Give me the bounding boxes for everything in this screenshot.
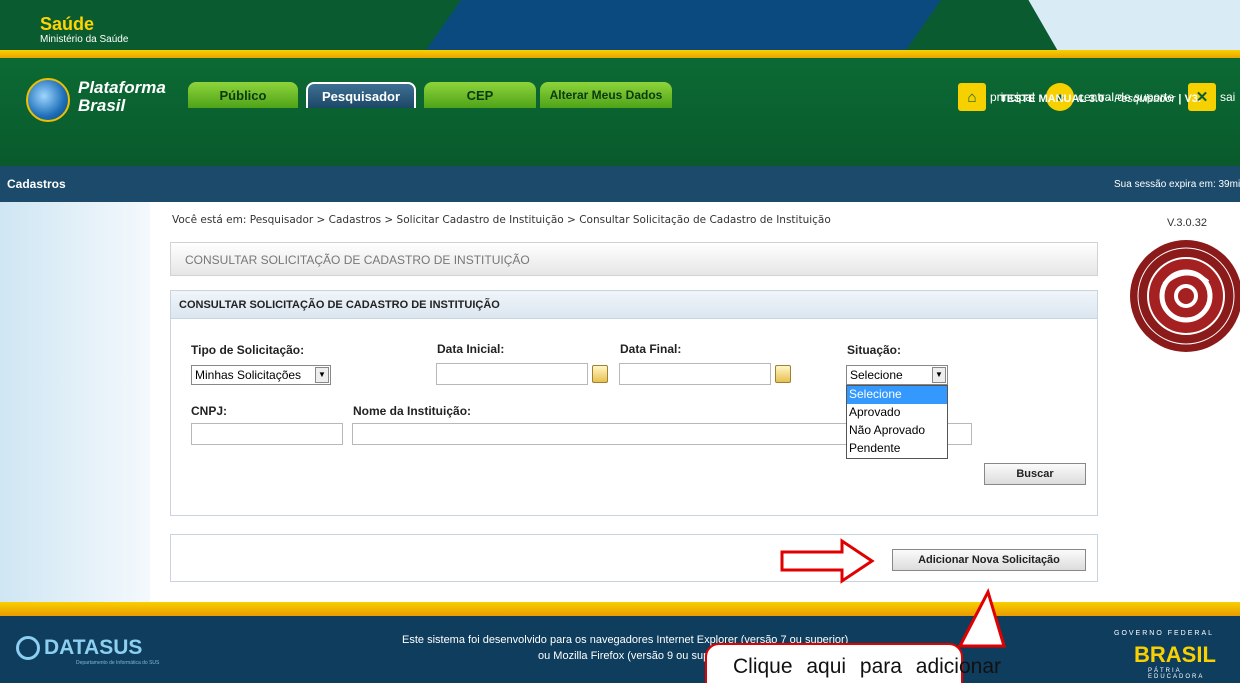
option-pendente[interactable]: Pendente	[847, 440, 947, 458]
situacao-select[interactable]: Selecione ▼	[846, 365, 948, 385]
home-icon: ⌂	[958, 83, 986, 111]
tab-cep[interactable]: CEP	[424, 82, 536, 108]
gold-stripe	[0, 50, 1240, 58]
tab-alterar-meus-dados[interactable]: Alterar Meus Dados	[540, 82, 672, 108]
page-title-box: CONSULTAR SOLICITAÇÃO DE CADASTRO DE INS…	[170, 242, 1098, 276]
menu-bar: Cadastros Sua sessão expira em: 39min 3	[0, 166, 1240, 202]
user-version: | V3.	[1178, 93, 1201, 105]
data-final-input[interactable]	[619, 363, 771, 385]
calendar-icon[interactable]	[592, 365, 608, 383]
saude-logo-title: Saúde	[40, 14, 95, 34]
data-inicial-input[interactable]	[436, 363, 588, 385]
option-aprovado[interactable]: Aprovado	[847, 404, 947, 422]
situacao-dropdown-list: Selecione Aprovado Não Aprovado Pendente	[846, 385, 948, 459]
form-header: CONSULTAR SOLICITAÇÃO DE CADASTRO DE INS…	[171, 291, 1097, 319]
menu-cadastros[interactable]: Cadastros	[7, 177, 66, 191]
chevron-down-icon: ▼	[932, 367, 946, 383]
tab-pesquisador[interactable]: Pesquisador	[306, 82, 416, 108]
cnpj-label: CNPJ:	[191, 404, 228, 418]
user-role: Pesquisador	[1114, 93, 1176, 105]
gov-brasil-logo: BRASIL	[1134, 642, 1216, 667]
header: Plataforma Brasil ⌂ principal ● central …	[0, 58, 1240, 166]
nome-instituicao-label: Nome da Instituição:	[353, 404, 472, 418]
instruction-callout: Clique aqui para adicionar	[705, 643, 1001, 683]
buscar-button[interactable]: Buscar	[984, 463, 1086, 485]
footer-gold-stripe	[0, 602, 1240, 616]
datasus-logo-icon	[16, 636, 40, 660]
gov-title: GOVERNO FEDERAL	[1114, 630, 1215, 637]
ministry-subtitle: Ministério da Saúde	[40, 34, 129, 45]
data-final-label: Data Final:	[620, 342, 682, 356]
logo-line2: Brasil	[78, 96, 126, 115]
option-selecione[interactable]: Selecione	[847, 386, 947, 404]
tipo-select-value: Minhas Solicitações	[195, 368, 302, 382]
logout-label: sai	[1220, 90, 1236, 104]
cnpj-input[interactable]	[191, 423, 343, 445]
session-timer: Sua sessão expira em: 39min 3	[1114, 179, 1240, 190]
add-solicitacao-button[interactable]: Adicionar Nova Solicitação	[892, 549, 1086, 571]
datasus-subtitle: Departamento de Informática do SUS	[76, 660, 160, 666]
footer: DATASUS Departamento de Informática do S…	[0, 616, 1240, 683]
ministry-bar: Saúde Ministério da Saúde	[0, 0, 1240, 58]
option-nao-aprovado[interactable]: Não Aprovado	[847, 422, 947, 440]
version-label: V.3.0.32	[1167, 217, 1207, 229]
datasus-logo: DATASUS	[44, 636, 143, 659]
tipo-select[interactable]: Minhas Solicitações ▼	[191, 365, 331, 385]
situacao-label: Situação:	[847, 343, 902, 357]
calendar-icon[interactable]	[775, 365, 791, 383]
arrow-right-icon	[780, 538, 875, 584]
plataforma-brasil-logo[interactable]: Plataforma Brasil	[26, 76, 176, 126]
chevron-down-icon: ▼	[315, 367, 329, 383]
user-name: TESTE MANUAL 3.0	[1000, 93, 1105, 105]
tab-publico[interactable]: Público	[188, 82, 298, 108]
callout-text: Clique aqui para adicionar	[733, 655, 1001, 678]
gov-subtitle: PÁTRIA EDUCADORA	[1148, 668, 1205, 680]
page-title: CONSULTAR SOLICITAÇÃO DE CADASTRO DE INS…	[185, 253, 530, 267]
logo-line1: Plataforma	[78, 78, 166, 97]
left-background	[0, 202, 150, 602]
situacao-select-value: Selecione	[850, 368, 903, 382]
user-info: TESTE MANUAL 3.0 - Pesquisador | V3.	[1000, 93, 1201, 105]
tipo-label: Tipo de Solicitação:	[191, 343, 305, 357]
homologation-seal-icon	[1130, 240, 1240, 352]
breadcrumb: Você está em: Pesquisador > Cadastros > …	[172, 214, 831, 226]
search-form-panel: CONSULTAR SOLICITAÇÃO DE CADASTRO DE INS…	[170, 290, 1098, 516]
callout-pointer	[957, 588, 1007, 648]
globe-icon	[26, 78, 70, 122]
form-title: CONSULTAR SOLICITAÇÃO DE CADASTRO DE INS…	[179, 299, 500, 311]
data-inicial-label: Data Inicial:	[437, 342, 505, 356]
